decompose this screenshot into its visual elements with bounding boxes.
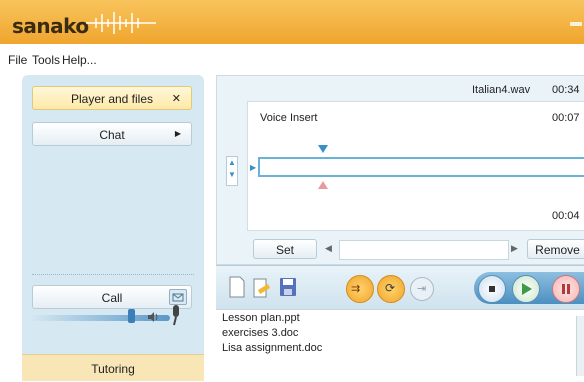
play-icon[interactable] <box>512 275 540 303</box>
file-item[interactable]: exercises 3.doc <box>222 327 298 339</box>
player-panel: Italian4.wav 00:34 Voice Insert 00:07 00… <box>216 75 584 265</box>
scroll-right-icon[interactable]: ▶ <box>511 243 518 254</box>
divider <box>32 274 194 275</box>
insert-marker-bottom-icon[interactable] <box>318 181 328 189</box>
file-list-scrollbar[interactable] <box>576 316 584 376</box>
menu-help[interactable]: Help... <box>62 53 97 67</box>
set-label: Set <box>275 243 294 257</box>
voice-insert-label: Voice Insert <box>260 112 318 124</box>
file-time: 00:34 <box>552 84 580 96</box>
voice-insert-area: Voice Insert 00:07 00:04 <box>247 101 584 231</box>
file-item[interactable]: Lesson plan.ppt <box>222 312 300 324</box>
chat-button[interactable]: Chat ▶ <box>32 122 192 146</box>
menu-file[interactable]: File <box>8 53 27 67</box>
menu-bar: File Tools Help... <box>0 44 584 72</box>
chat-label: Chat <box>99 128 125 142</box>
chevron-right-icon: ▶ <box>174 129 181 138</box>
file-name: Italian4.wav <box>472 84 531 96</box>
player-and-files-button[interactable]: Player and files ✕ <box>32 86 192 110</box>
minimize-button[interactable] <box>570 22 582 26</box>
new-document-icon[interactable] <box>228 276 246 298</box>
position-time: 00:04 <box>552 210 580 222</box>
open-folder-icon[interactable] <box>252 276 272 298</box>
file-list: Lesson plan.ppt exercises 3.doc Lisa ass… <box>216 309 584 382</box>
insert-scrollbar[interactable] <box>339 240 509 260</box>
stop-icon[interactable] <box>478 275 506 303</box>
app-logo: sanako <box>12 14 89 38</box>
speaker-icon[interactable] <box>146 310 160 324</box>
loop-icon[interactable]: ⟳ <box>377 275 405 303</box>
vertical-scroll-handle[interactable]: ▲ ▼ <box>226 156 238 186</box>
menu-tools[interactable]: Tools <box>32 53 60 67</box>
track-arrow-icon: ▶ <box>250 163 257 172</box>
logo-wave-icon <box>86 12 156 34</box>
export-icon[interactable]: ⇥ <box>410 277 434 301</box>
title-bar: sanako <box>0 0 584 44</box>
voice-insert-time: 00:07 <box>552 112 580 124</box>
file-item[interactable]: Lisa assignment.doc <box>222 342 322 354</box>
left-panel: Player and files ✕ Chat ▶ Call Tutoring <box>22 75 204 381</box>
insert-marker-top-icon[interactable] <box>318 145 328 153</box>
volume-slider-handle[interactable] <box>128 309 135 323</box>
timeline-track[interactable] <box>258 157 584 177</box>
tutoring-label: Tutoring <box>91 362 135 376</box>
scroll-left-icon[interactable]: ◀ <box>325 243 332 254</box>
microphone-icon[interactable] <box>166 303 186 327</box>
player-and-files-label: Player and files <box>70 92 154 106</box>
tutoring-tab[interactable]: Tutoring <box>22 354 204 381</box>
repeat-ab-icon[interactable]: ⇉ <box>346 275 374 303</box>
player-toolbar: ⇉ ⟳ ⇥ <box>216 265 584 310</box>
close-icon[interactable]: ✕ <box>172 92 181 105</box>
pause-icon[interactable] <box>552 275 580 303</box>
save-icon[interactable] <box>278 276 298 298</box>
remove-button[interactable]: Remove <box>527 239 584 259</box>
set-button[interactable]: Set <box>253 239 317 259</box>
remove-label: Remove <box>535 243 580 257</box>
